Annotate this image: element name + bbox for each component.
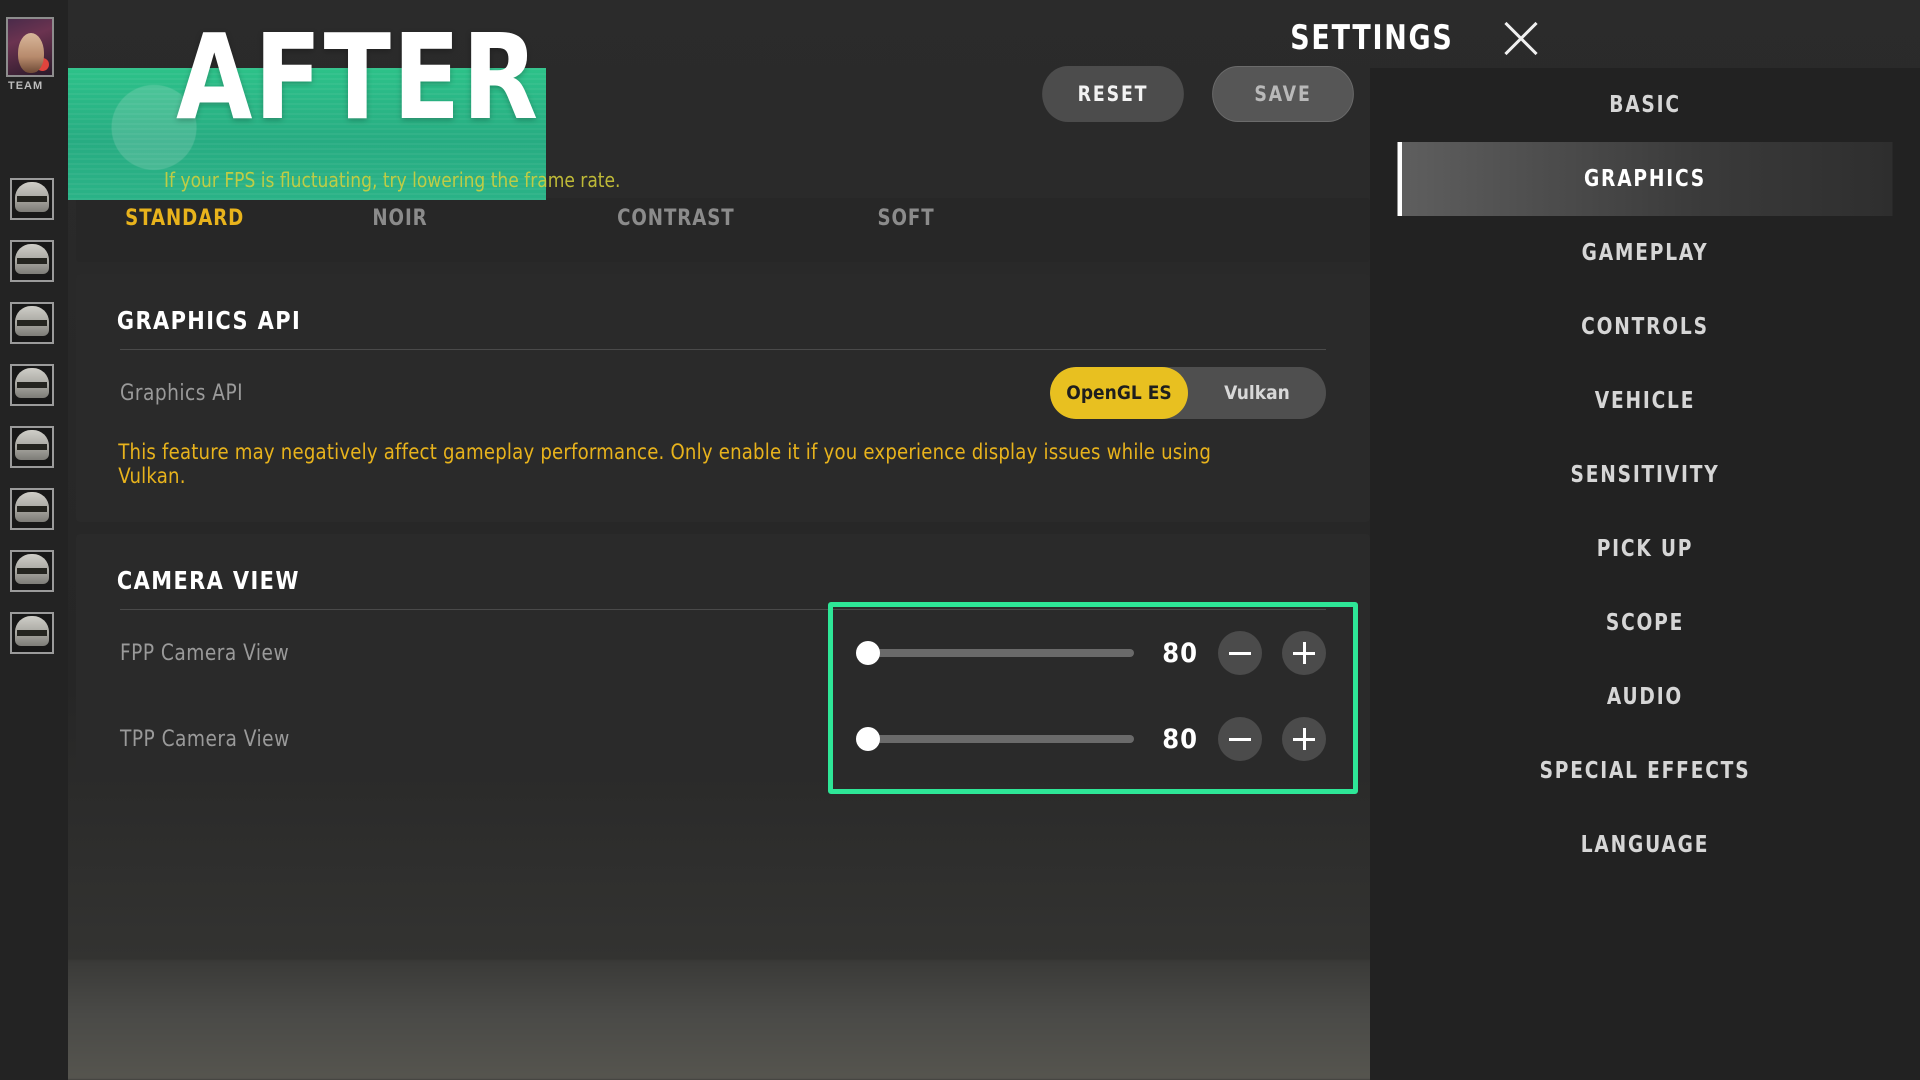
- teammate-avatar[interactable]: [10, 302, 54, 344]
- nav-item-label: BASIC: [1609, 92, 1681, 118]
- teammate-avatar[interactable]: [10, 488, 54, 530]
- helmet-icon: [15, 244, 49, 275]
- slider-track[interactable]: [856, 641, 1134, 665]
- reset-button[interactable]: RESET: [1042, 66, 1184, 122]
- avatar[interactable]: [6, 17, 54, 77]
- graphics-api-card: GRAPHICS API Graphics API OpenGL ES Vulk…: [76, 274, 1370, 522]
- helmet-icon: [15, 616, 49, 647]
- nav-item-label: GRAPHICS: [1583, 166, 1707, 192]
- settings-panel: SETTINGS RESET SAVE BASIC GRAPHICS GAMEPLA…: [68, 0, 1920, 1080]
- nav-item-label: CONTROLS: [1581, 314, 1709, 340]
- helmet-icon: [15, 554, 49, 585]
- slider-value: 80: [1162, 723, 1198, 755]
- style-options: STANDARD NOIR CONTRAST SOFT: [76, 198, 1370, 246]
- option-vulkan[interactable]: Vulkan: [1188, 367, 1326, 419]
- camera-view-row: TPP Camera View 80: [76, 696, 1370, 782]
- after-banner-text: AFTER: [176, 8, 541, 146]
- nav-item-pick-up[interactable]: PICK UP: [1398, 512, 1893, 586]
- action-buttons: RESET SAVE: [1036, 66, 1360, 122]
- graphics-api-warning: This feature may negatively affect gamep…: [118, 440, 1212, 488]
- option-opengl-es[interactable]: OpenGL ES: [1050, 367, 1188, 419]
- slider-knob[interactable]: [856, 727, 880, 751]
- nav-item-label: LANGUAGE: [1580, 832, 1710, 858]
- style-option-noir[interactable]: NOIR: [372, 206, 427, 231]
- graphics-api-row: Graphics API OpenGL ES Vulkan: [76, 350, 1370, 436]
- settings-nav: BASIC GRAPHICS GAMEPLAY CONTROLS VEHICLE SENS…: [1370, 68, 1920, 1080]
- helmet-icon: [15, 368, 49, 399]
- helmet-icon: [15, 492, 49, 523]
- save-button[interactable]: SAVE: [1212, 66, 1354, 122]
- camera-view-card: CAMERA VIEW FPP Camera View 80 TPP Camera …: [76, 534, 1370, 782]
- nav-item-label: SENSITIVITY: [1570, 462, 1720, 488]
- nav-item-label: VEHICLE: [1594, 388, 1696, 414]
- team-label: TEAM: [8, 80, 44, 92]
- nav-item-vehicle[interactable]: VEHICLE: [1398, 364, 1893, 438]
- slider-knob[interactable]: [856, 641, 880, 665]
- nav-item-special-effects[interactable]: SPECIAL EFFECTS: [1398, 734, 1893, 808]
- nav-item-basic[interactable]: BASIC: [1398, 68, 1893, 142]
- helmet-icon: [15, 430, 49, 461]
- slider-label: FPP Camera View: [120, 640, 290, 666]
- plus-icon[interactable]: [1282, 631, 1326, 675]
- teammate-avatar[interactable]: [10, 612, 54, 654]
- teammate-avatar[interactable]: [10, 364, 54, 406]
- close-icon[interactable]: [1497, 15, 1545, 63]
- graphics-api-toggle[interactable]: OpenGL ES Vulkan: [1050, 367, 1326, 419]
- graphics-api-heading: GRAPHICS API: [116, 306, 302, 335]
- teammate-avatar[interactable]: [10, 550, 54, 592]
- plus-icon[interactable]: [1282, 717, 1326, 761]
- style-option-standard[interactable]: STANDARD: [125, 206, 244, 231]
- slider-label: TPP Camera View: [120, 726, 290, 752]
- settings-content: STANDARD NOIR CONTRAST SOFT GRAPHICS API Gr…: [76, 198, 1370, 838]
- status-badge: [36, 58, 49, 71]
- nav-item-label: SPECIAL EFFECTS: [1539, 758, 1751, 784]
- style-option-contrast[interactable]: CONTRAST: [617, 206, 735, 231]
- fps-tip-text: If your FPS is fluctuating, try lowering…: [164, 168, 621, 192]
- page-title: SETTINGS: [1290, 18, 1454, 58]
- helmet-icon: [15, 182, 49, 213]
- app-root: TEAM SETTINGS RESET SAVE BASIC GRAPHICS GA…: [0, 0, 1920, 1080]
- slider-control[interactable]: 80: [856, 717, 1326, 761]
- nav-item-sensitivity[interactable]: SENSITIVITY: [1398, 438, 1893, 512]
- helmet-icon: [15, 306, 49, 337]
- minus-icon[interactable]: [1218, 631, 1262, 675]
- nav-item-scope[interactable]: SCOPE: [1398, 586, 1893, 660]
- slider-control[interactable]: 80: [856, 631, 1326, 675]
- minus-icon[interactable]: [1218, 717, 1262, 761]
- nav-item-label: PICK UP: [1596, 536, 1694, 562]
- teammate-avatar[interactable]: [10, 240, 54, 282]
- nav-item-label: GAMEPLAY: [1581, 240, 1709, 266]
- camera-view-row: FPP Camera View 80: [76, 610, 1370, 696]
- nav-item-label: AUDIO: [1606, 684, 1684, 710]
- team-rail: TEAM: [0, 0, 68, 1080]
- teammate-avatar[interactable]: [10, 178, 54, 220]
- nav-item-label: SCOPE: [1605, 610, 1685, 636]
- nav-item-audio[interactable]: AUDIO: [1398, 660, 1893, 734]
- nav-item-language[interactable]: LANGUAGE: [1398, 808, 1893, 882]
- style-card: STANDARD NOIR CONTRAST SOFT: [76, 198, 1370, 262]
- nav-item-controls[interactable]: CONTROLS: [1398, 290, 1893, 364]
- teammate-avatar[interactable]: [10, 426, 54, 468]
- camera-view-heading: CAMERA VIEW: [116, 566, 300, 595]
- slider-track[interactable]: [856, 727, 1134, 751]
- graphics-api-label: Graphics API: [120, 380, 244, 406]
- slider-value: 80: [1162, 637, 1198, 669]
- style-option-soft[interactable]: SOFT: [877, 206, 934, 231]
- nav-item-gameplay[interactable]: GAMEPLAY: [1398, 216, 1893, 290]
- nav-item-graphics[interactable]: GRAPHICS: [1397, 142, 1893, 216]
